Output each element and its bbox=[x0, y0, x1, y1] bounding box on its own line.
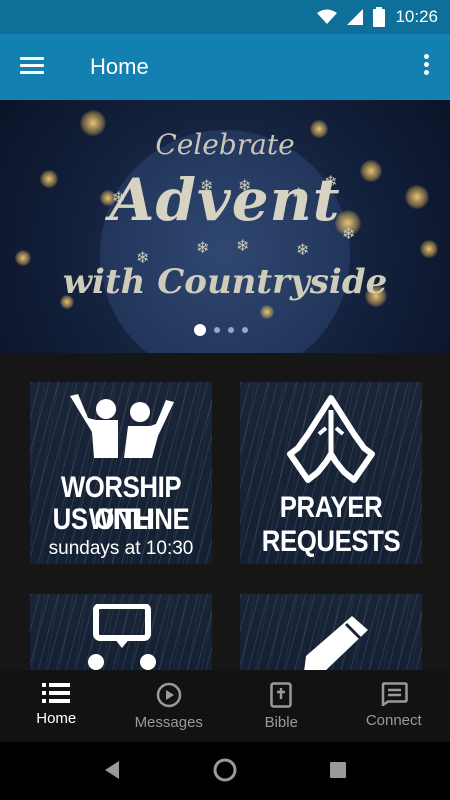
nav-item-connect[interactable]: Connect bbox=[338, 670, 450, 742]
tile-subtitle: sundays at 10:30 bbox=[48, 538, 194, 559]
tile-prayer-requests[interactable]: PRAYER REQUESTS bbox=[240, 382, 422, 564]
bottom-navigation: Home Messages Bible Connect bbox=[0, 670, 450, 742]
page-title: Home bbox=[90, 54, 149, 79]
status-bar: 10:26 bbox=[0, 0, 450, 34]
banner-carousel[interactable]: ❄ ❄ ❄ ❄ ❄ ❄ ❄ ❄ ❄ ❄ Celebrate Advent wit… bbox=[0, 100, 450, 353]
system-navigation-bar bbox=[0, 742, 450, 800]
nav-label: Messages bbox=[134, 714, 203, 731]
tile-title-line2: US ONLINE bbox=[52, 503, 190, 536]
bible-icon bbox=[270, 682, 292, 708]
status-time: 10:26 bbox=[395, 7, 438, 26]
pencil-icon bbox=[304, 616, 368, 670]
hamburger-menu-icon[interactable] bbox=[20, 54, 50, 80]
connection-chat-icon bbox=[88, 604, 156, 670]
nav-label: Home bbox=[36, 710, 77, 727]
nav-label: Connect bbox=[365, 712, 422, 729]
tile-title-line1: PRAYER bbox=[279, 491, 383, 524]
banner-heading: Celebrate bbox=[155, 128, 295, 161]
carousel-dot[interactable] bbox=[242, 327, 248, 333]
carousel-dot[interactable] bbox=[214, 327, 220, 333]
snowflake-icon: ❄ bbox=[196, 240, 210, 257]
nav-label: Bible bbox=[264, 714, 298, 731]
carousel-dot-active[interactable] bbox=[194, 324, 206, 336]
overflow-menu-icon[interactable] bbox=[420, 54, 432, 80]
back-icon[interactable] bbox=[103, 759, 121, 781]
nav-item-messages[interactable]: Messages bbox=[113, 670, 226, 742]
tile-title-line2: REQUESTS bbox=[261, 525, 401, 558]
carousel-indicator bbox=[194, 324, 248, 336]
list-icon bbox=[42, 683, 71, 703]
recent-apps-icon[interactable] bbox=[329, 761, 347, 779]
banner-title: Advent bbox=[109, 166, 341, 234]
battery-icon bbox=[373, 7, 386, 27]
play-circle-icon bbox=[156, 682, 181, 708]
nav-item-home[interactable]: Home bbox=[0, 670, 113, 742]
tile-connect[interactable] bbox=[30, 594, 212, 670]
wifi-icon bbox=[317, 9, 338, 24]
cell-signal-icon bbox=[347, 9, 364, 25]
snowflake-icon: ❄ bbox=[236, 238, 250, 255]
nav-item-bible[interactable]: Bible bbox=[225, 670, 338, 742]
banner-subtitle: with Countryside bbox=[62, 262, 388, 302]
home-icon[interactable] bbox=[213, 758, 237, 782]
tile-worship-online[interactable]: WORSHIP WITH US ONLINE sundays at 10:30 bbox=[30, 382, 212, 564]
carousel-dot[interactable] bbox=[228, 327, 234, 333]
app-bar: Home bbox=[0, 34, 450, 100]
tile-notes[interactable] bbox=[240, 594, 422, 670]
message-box-icon bbox=[381, 682, 408, 706]
people-raising-hands-icon bbox=[70, 394, 174, 458]
snowflake-icon: ❄ bbox=[296, 242, 310, 259]
praying-hands-icon bbox=[287, 395, 375, 483]
